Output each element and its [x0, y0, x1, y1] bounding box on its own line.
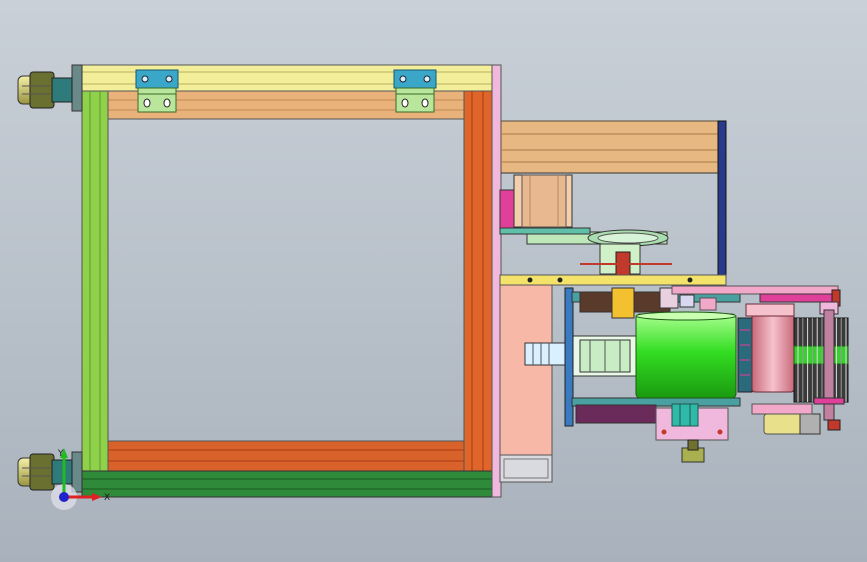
cad-viewport[interactable]: Y X [0, 0, 867, 562]
frame-bottom-inner-beam [107, 440, 465, 472]
hinge-right [393, 69, 437, 113]
hinge-left [135, 69, 179, 113]
triad-x-label: X [104, 493, 110, 503]
assembly-drawing: Y X [0, 0, 867, 562]
frame-left-beam [81, 90, 109, 472]
frame-bottom-beam [81, 470, 493, 498]
mount-plate [499, 284, 553, 483]
triad-y-label: Y [57, 449, 64, 459]
gear-stack [793, 317, 849, 403]
left-end-cap-bottom [71, 451, 83, 493]
frame-right-beam [463, 90, 493, 472]
left-end-cap-top [71, 64, 83, 112]
drive-roller [745, 303, 795, 393]
main-drive-motor [635, 311, 753, 399]
mechanism-shelf [499, 274, 727, 286]
